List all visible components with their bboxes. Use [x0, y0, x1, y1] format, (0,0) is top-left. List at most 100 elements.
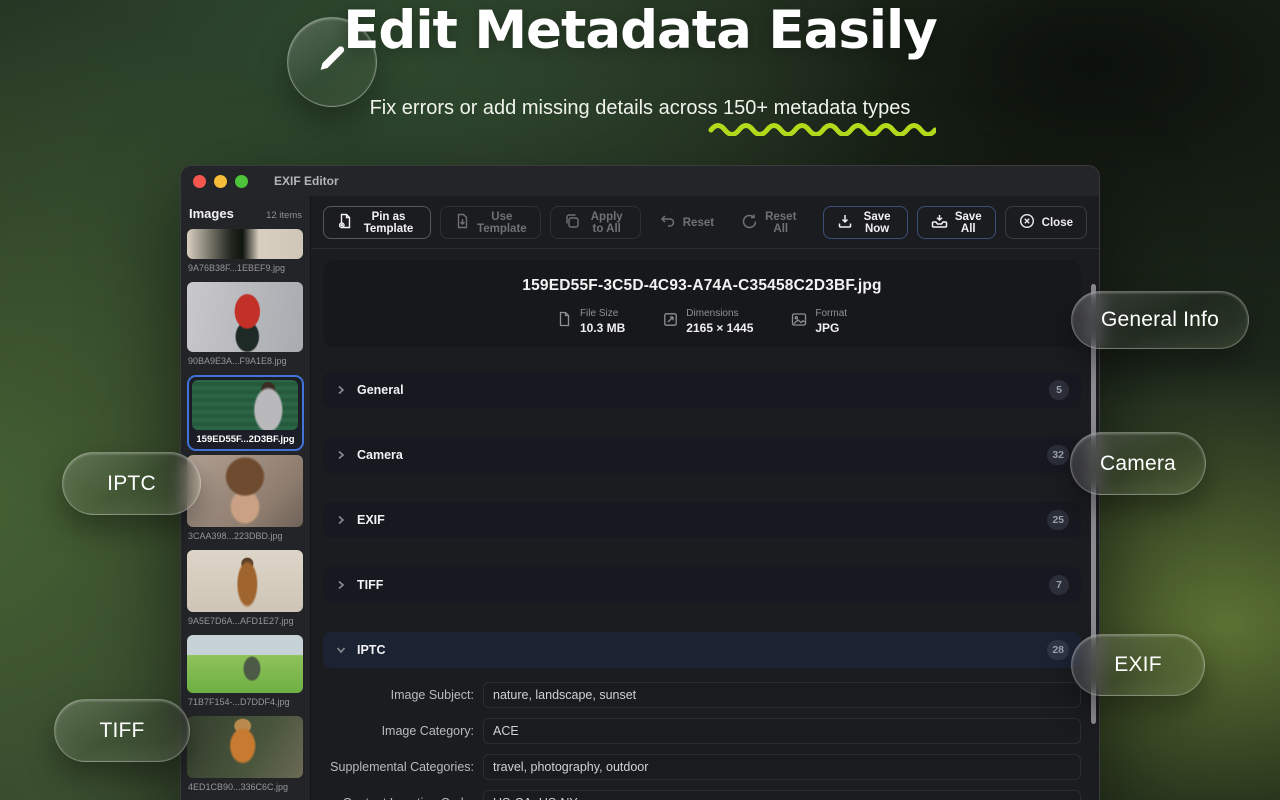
- pill-general-info: General Info: [1071, 291, 1249, 349]
- section-iptc[interactable]: IPTC 28: [323, 632, 1081, 668]
- section-tiff[interactable]: TIFF 7: [323, 567, 1081, 603]
- section-general[interactable]: General 5: [323, 372, 1081, 408]
- close-window-button[interactable]: [193, 175, 206, 188]
- image-list-item[interactable]: 71B7F154-...D7DDF4.jpg: [187, 635, 304, 716]
- chevron-down-icon: [335, 644, 347, 656]
- stat-label: File Size: [580, 308, 625, 319]
- pill-tiff: TIFF: [54, 699, 190, 762]
- stat-value: 2165 × 1445: [686, 321, 753, 335]
- toolbar: Pin as Template Use Template Apply to Al…: [311, 196, 1099, 249]
- exif-editor-window: EXIF Editor Images 12 items 9A76B38F...1…: [180, 165, 1100, 800]
- image-sidebar: Images 12 items 9A76B38F...1EBEF9.jpg 90…: [181, 196, 311, 800]
- section-label: EXIF: [357, 513, 385, 527]
- section-label: TIFF: [357, 578, 383, 592]
- image-list-item[interactable]: 9A5E7D6A...AFD1E27.jpg: [187, 550, 304, 635]
- supplemental-categories-input[interactable]: [483, 754, 1081, 780]
- image-thumbnail[interactable]: [192, 380, 298, 430]
- content-location-code-input[interactable]: [483, 790, 1081, 800]
- section-label: General: [357, 383, 404, 397]
- document-icon: [557, 311, 572, 332]
- image-thumbnail[interactable]: [187, 550, 303, 612]
- pill-camera: Camera: [1070, 432, 1206, 495]
- image-filename: 159ED55F...2D3BF.jpg: [192, 430, 299, 448]
- use-template-icon: [454, 213, 470, 232]
- image-filename: 9A76B38F...1EBEF9.jpg: [187, 259, 304, 282]
- reset-all-icon: [741, 213, 758, 233]
- save-all-button[interactable]: Save All: [917, 206, 996, 239]
- pin-as-template-label: Pin as Template: [360, 211, 417, 235]
- image-filename: 90BA9E3A...F9A1E8.jpg: [187, 352, 304, 375]
- apply-to-all-button[interactable]: Apply to All: [550, 206, 641, 239]
- section-camera[interactable]: Camera 32: [323, 437, 1081, 473]
- section-count-badge: 5: [1049, 380, 1069, 400]
- image-thumbnail[interactable]: [187, 455, 303, 527]
- image-subject-input[interactable]: [483, 682, 1081, 708]
- image-category-input[interactable]: [483, 718, 1081, 744]
- chevron-right-icon: [335, 384, 347, 396]
- section-count-badge: 28: [1047, 640, 1069, 660]
- reset-all-button[interactable]: Reset All: [732, 206, 805, 239]
- image-thumbnail[interactable]: [187, 635, 303, 693]
- image-filename: 71B7F154-...D7DDF4.jpg: [187, 693, 304, 716]
- wavy-underline-decoration: [708, 118, 936, 141]
- apply-to-all-label: Apply to All: [587, 211, 627, 235]
- traffic-lights: [193, 175, 248, 188]
- close-circle-icon: [1019, 213, 1035, 232]
- minimize-window-button[interactable]: [214, 175, 227, 188]
- dimensions-stat: Dimensions 2165 × 1445: [663, 308, 753, 335]
- field-label: Image Category:: [323, 724, 483, 738]
- field-row: Image Category:: [323, 718, 1081, 744]
- image-list-item[interactable]: 9A76B38F...1EBEF9.jpg: [187, 229, 304, 282]
- window-titlebar: EXIF Editor: [181, 166, 1099, 196]
- image-list-item-selected[interactable]: 159ED55F...2D3BF.jpg: [187, 375, 304, 451]
- undo-icon: [659, 213, 676, 232]
- field-label: Content Location Code:: [323, 796, 483, 800]
- section-count-badge: 25: [1047, 510, 1069, 530]
- chevron-right-icon: [335, 449, 347, 461]
- format-stat: FormatJPG: [791, 308, 847, 335]
- zoom-window-button[interactable]: [235, 175, 248, 188]
- field-row: Supplemental Categories:: [323, 754, 1081, 780]
- save-all-label: Save All: [955, 211, 982, 235]
- stat-value: JPG: [815, 321, 847, 335]
- file-info-card: 159ED55F-3C5D-4C93-A74A-C35458C2D3BF.jpg…: [323, 260, 1081, 347]
- resize-icon: [663, 312, 678, 332]
- copy-icon: [564, 213, 580, 232]
- image-icon: [791, 312, 807, 332]
- image-thumbnail[interactable]: [187, 229, 303, 259]
- image-thumbnail[interactable]: [187, 716, 303, 778]
- sidebar-title: Images: [189, 206, 234, 221]
- metadata-scroll-area: 159ED55F-3C5D-4C93-A74A-C35458C2D3BF.jpg…: [311, 249, 1099, 800]
- iptc-fields: Image Subject: Image Category: Supplemen…: [323, 682, 1081, 800]
- image-list-item[interactable]: 3CAA398...223DBD.jpg: [187, 455, 304, 550]
- save-now-button[interactable]: Save Now: [823, 206, 907, 239]
- pin-as-template-button[interactable]: Pin as Template: [323, 206, 431, 239]
- use-template-button[interactable]: Use Template: [440, 206, 541, 239]
- save-now-label: Save Now: [860, 211, 893, 235]
- close-button[interactable]: Close: [1005, 206, 1087, 239]
- image-list-item[interactable]: 90BA9E3A...F9A1E8.jpg: [187, 282, 304, 375]
- image-filename: 4ED1CB90...336C6C.jpg: [187, 778, 304, 800]
- hero-subtitle: Fix errors or add missing details across…: [0, 97, 1280, 120]
- image-filename: 9A5E7D6A...AFD1E27.jpg: [187, 612, 304, 635]
- chevron-right-icon: [335, 514, 347, 526]
- reset-label: Reset: [683, 217, 714, 229]
- hero-title: Edit Metadata Easily: [0, 0, 1280, 61]
- stat-value: 10.3 MB: [580, 321, 625, 335]
- image-list: 9A76B38F...1EBEF9.jpg 90BA9E3A...F9A1E8.…: [187, 229, 304, 800]
- reset-button[interactable]: Reset: [650, 206, 723, 239]
- image-thumbnail[interactable]: [187, 282, 303, 352]
- section-exif[interactable]: EXIF 25: [323, 502, 1081, 538]
- file-size-stat: File Size 10.3 MB: [557, 308, 625, 335]
- image-list-item[interactable]: 4ED1CB90...336C6C.jpg: [187, 716, 304, 800]
- save-download-icon: [837, 213, 853, 232]
- image-filename: 3CAA398...223DBD.jpg: [187, 527, 304, 550]
- current-filename: 159ED55F-3C5D-4C93-A74A-C35458C2D3BF.jpg: [323, 277, 1081, 295]
- field-label: Image Subject:: [323, 688, 483, 702]
- stat-label: Dimensions: [686, 308, 753, 319]
- use-template-label: Use Template: [477, 211, 527, 235]
- sidebar-item-count: 12 items: [266, 210, 302, 221]
- window-title: EXIF Editor: [274, 174, 339, 188]
- pill-exif: EXIF: [1071, 634, 1205, 696]
- field-row: Image Subject:: [323, 682, 1081, 708]
